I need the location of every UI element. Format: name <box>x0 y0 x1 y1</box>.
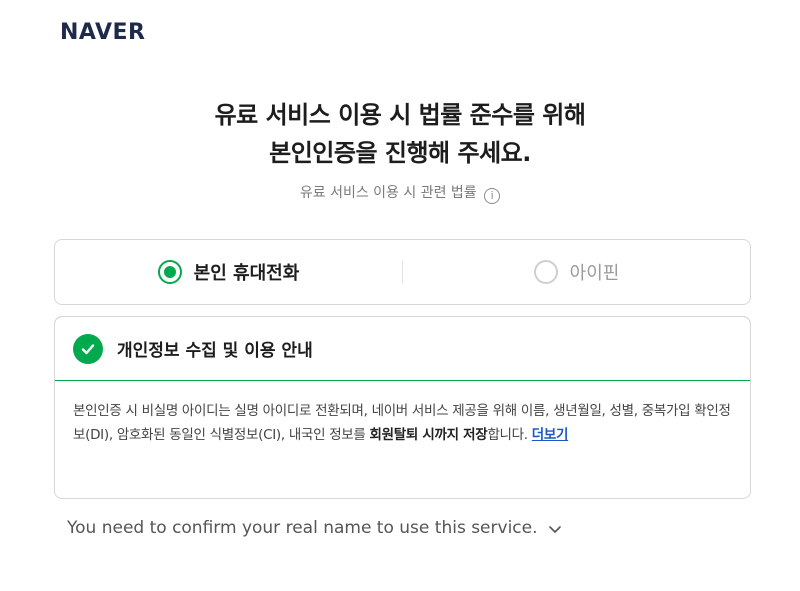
auth-method-selector: 본인 휴대전화 아이핀 <box>54 239 751 305</box>
naver-logo[interactable]: NAVER <box>60 20 145 45</box>
radio-selected-icon[interactable] <box>157 260 182 284</box>
info-icon[interactable]: i <box>484 188 501 204</box>
privacy-body-tail: 합니다. <box>487 427 532 443</box>
auth-tab-ipin[interactable]: 아이핀 <box>403 240 750 304</box>
headline-line-1: 유료 서비스 이용 시 법률 준수를 위해 <box>214 101 586 129</box>
english-notice-text: You need to confirm your real name to us… <box>67 518 538 538</box>
page-title: 유료 서비스 이용 시 법률 준수를 위해 본인인증을 진행해 주세요. <box>0 96 800 172</box>
check-circle-icon[interactable] <box>73 333 103 364</box>
privacy-body: 본인인증 시 비실명 아이디는 실명 아이디로 전환되며, 네이버 서비스 제공… <box>55 381 750 447</box>
more-link[interactable]: 더보기 <box>532 427 569 443</box>
privacy-header[interactable]: 개인정보 수집 및 이용 안내 <box>55 317 750 381</box>
chevron-down-icon[interactable] <box>548 521 562 535</box>
related-law-label: 유료 서비스 이용 시 관련 법률 <box>299 185 477 201</box>
auth-tab-mobile-phone[interactable]: 본인 휴대전화 <box>55 240 402 304</box>
privacy-body-emphasis: 회원탈퇴 시까지 저장 <box>369 427 488 443</box>
headline-line-2: 본인인증을 진행해 주세요. <box>269 139 531 167</box>
radio-unselected-icon[interactable] <box>533 260 558 284</box>
auth-tab-label: 아이핀 <box>569 263 620 284</box>
english-notice-toggle[interactable]: You need to confirm your real name to us… <box>67 518 562 538</box>
privacy-notice: 개인정보 수집 및 이용 안내 본인인증 시 비실명 아이디는 실명 아이디로 … <box>54 316 751 499</box>
privacy-title: 개인정보 수집 및 이용 안내 <box>117 341 313 361</box>
related-law-notice[interactable]: 유료 서비스 이용 시 관련 법률 i <box>0 182 800 204</box>
auth-tab-label: 본인 휴대전화 <box>193 263 300 284</box>
